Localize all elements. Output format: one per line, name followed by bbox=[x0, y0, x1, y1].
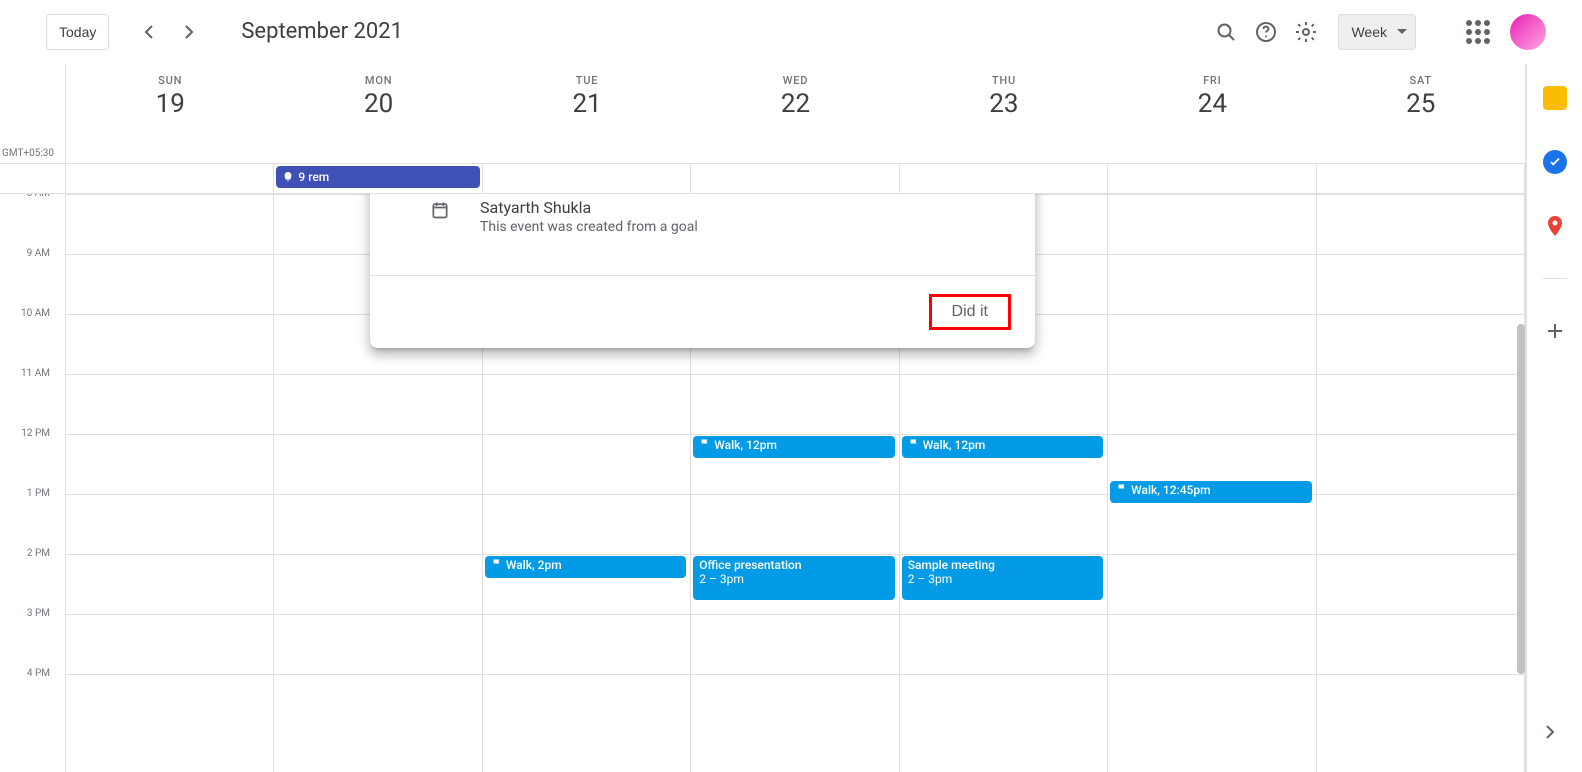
keep-icon[interactable] bbox=[1543, 86, 1567, 110]
reminder-icon bbox=[282, 171, 294, 183]
hour-labels: 8 AM 9 AM 10 AM 11 AM 12 PM 1 PM 2 PM 3 … bbox=[0, 194, 58, 772]
did-it-button[interactable]: Did it bbox=[929, 294, 1011, 330]
avatar[interactable] bbox=[1510, 14, 1546, 50]
event-sample-meeting[interactable]: Sample meeting 2 – 3pm bbox=[902, 556, 1103, 600]
reminder-chip[interactable]: 9 rem bbox=[276, 166, 479, 188]
allday-cell-mon[interactable]: 9 rem bbox=[274, 164, 482, 193]
day-header-sat[interactable]: SAT25 bbox=[1317, 64, 1525, 163]
flag-icon bbox=[699, 438, 711, 450]
event-walk-thu[interactable]: Walk, 12pm bbox=[902, 436, 1103, 458]
allday-cell-sun[interactable] bbox=[66, 164, 274, 193]
hide-side-panel-button[interactable] bbox=[1530, 712, 1570, 752]
allday-cell-thu[interactable] bbox=[900, 164, 1108, 193]
calendar-icon bbox=[430, 200, 450, 220]
flag-icon bbox=[491, 558, 503, 570]
search-button[interactable] bbox=[1206, 12, 1246, 52]
day-col-fri[interactable]: Walk, 12:45pm bbox=[1108, 194, 1316, 772]
prev-week-button[interactable] bbox=[129, 12, 169, 52]
day-header-tue[interactable]: TUE21 bbox=[483, 64, 691, 163]
apps-launcher[interactable] bbox=[1466, 20, 1490, 44]
day-header-thu[interactable]: THU23 bbox=[900, 64, 1108, 163]
scrollbar-thumb[interactable] bbox=[1517, 324, 1525, 674]
help-button[interactable] bbox=[1246, 12, 1286, 52]
allday-cell-fri[interactable] bbox=[1108, 164, 1316, 193]
allday-cell-sat[interactable] bbox=[1317, 164, 1525, 193]
maps-icon[interactable] bbox=[1543, 214, 1567, 238]
event-walk-wed[interactable]: Walk, 12pm bbox=[693, 436, 894, 458]
event-walk-fri[interactable]: Walk, 12:45pm bbox=[1110, 481, 1311, 503]
timezone-label: GMT+05:30 bbox=[0, 148, 58, 163]
add-panel-button[interactable] bbox=[1543, 319, 1567, 343]
today-button[interactable]: Today bbox=[46, 14, 109, 50]
event-walk-tue[interactable]: Walk, 2pm bbox=[485, 556, 686, 578]
day-header-sun[interactable]: SUN19 bbox=[66, 64, 274, 163]
allday-cell-tue[interactable] bbox=[483, 164, 691, 193]
next-week-button[interactable] bbox=[169, 12, 209, 52]
side-panel bbox=[1526, 64, 1582, 772]
chevron-down-icon bbox=[1397, 29, 1407, 34]
day-col-sat[interactable] bbox=[1317, 194, 1525, 772]
settings-button[interactable] bbox=[1286, 12, 1326, 52]
view-dropdown[interactable]: Week bbox=[1338, 14, 1416, 50]
popup-owner: Satyarth Shukla bbox=[480, 198, 698, 217]
flag-icon bbox=[1116, 483, 1128, 495]
event-popup: Walk Friday, 24 September 12:45 – 1:15pm bbox=[370, 194, 1035, 348]
day-col-sun[interactable] bbox=[66, 194, 274, 772]
day-header-mon[interactable]: MON20 bbox=[274, 64, 482, 163]
allday-cell-wed[interactable] bbox=[691, 164, 899, 193]
tasks-icon[interactable] bbox=[1543, 150, 1567, 174]
popup-goal-note: This event was created from a goal bbox=[480, 219, 698, 235]
event-office-presentation[interactable]: Office presentation 2 – 3pm bbox=[693, 556, 894, 600]
flag-icon bbox=[908, 438, 920, 450]
day-header-wed[interactable]: WED22 bbox=[691, 64, 899, 163]
day-header-fri[interactable]: FRI24 bbox=[1108, 64, 1316, 163]
view-label: Week bbox=[1351, 24, 1387, 40]
month-label: September 2021 bbox=[241, 19, 403, 44]
